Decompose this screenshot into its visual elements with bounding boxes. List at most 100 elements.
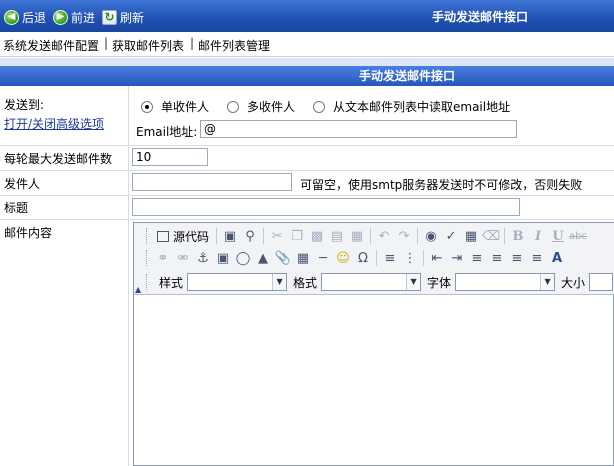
format-label: 格式	[293, 275, 318, 290]
spacer	[0, 58, 614, 66]
toolbar-separator	[376, 250, 377, 266]
email-label: Email地址:	[136, 125, 198, 139]
select-all-icon[interactable]: ▦	[461, 226, 481, 246]
smiley-icon[interactable]: ☺	[333, 248, 353, 268]
paste-word-icon[interactable]: ▦	[347, 226, 367, 246]
size-select[interactable]	[589, 273, 614, 291]
preview-icon[interactable]: ⚲	[240, 226, 260, 246]
radio-dot	[313, 100, 325, 113]
paste-icon[interactable]: ▩	[307, 226, 327, 246]
sender-hint: 可留空，使用smtp服务器发送时不可修改，否则失败	[300, 178, 583, 192]
editor-content-area[interactable]	[134, 295, 613, 465]
font-label: 字体	[427, 275, 452, 290]
anchor-icon[interactable]: ⚓	[193, 248, 213, 268]
indent-icon[interactable]: ⇥	[447, 248, 467, 268]
row-divider	[0, 219, 614, 220]
toolbar-separator	[216, 228, 218, 244]
style-label: 样式	[159, 275, 184, 290]
outdent-icon[interactable]: ⇤	[427, 248, 447, 268]
forward-button[interactable]: ▶ 前进	[53, 8, 95, 26]
toolbar-separator	[423, 250, 424, 266]
forward-label: 前进	[71, 10, 96, 25]
menu-item-fetch-list[interactable]: 获取邮件列表	[112, 37, 184, 54]
sender-input[interactable]	[132, 173, 292, 191]
toolbar-grip	[146, 274, 149, 290]
section-title: 手动发送邮件接口	[358, 69, 455, 83]
source-code-button[interactable]: 源代码	[153, 226, 213, 246]
refresh-icon: ↻	[102, 9, 117, 25]
chevron-down-icon: ▼	[272, 274, 287, 290]
italic-icon[interactable]: I	[528, 226, 548, 246]
flash-icon[interactable]: ◯	[233, 248, 253, 268]
remove-format-icon[interactable]: ⌫	[481, 226, 501, 246]
section-header: 手动发送邮件接口	[0, 66, 614, 86]
unordered-list-icon[interactable]: ⋮	[400, 248, 420, 268]
top-bar: ◀ 后退 ▶ 前进 ↻ 刷新 手动发送邮件接口	[0, 0, 614, 32]
radio-label: 从文本邮件列表中读取email地址	[333, 100, 511, 114]
table-icon[interactable]: ▦	[293, 248, 313, 268]
subject-input[interactable]	[132, 198, 520, 216]
source-code-label: 源代码	[173, 229, 210, 244]
paste-text-icon[interactable]: ▤	[327, 226, 347, 246]
back-label: 后退	[22, 10, 47, 25]
image-icon[interactable]: ▣	[213, 248, 233, 268]
email-input[interactable]	[200, 120, 517, 138]
align-right-icon[interactable]: ≡	[507, 248, 527, 268]
menu-separator: |	[104, 36, 109, 50]
toolbar-row: 源代码 ▣ ⚲ ✂ ❐ ▩ ▤ ▦ ↶ ↷ ◉ ✓ ▦ ⌫ B I U abc	[146, 225, 588, 247]
align-left-icon[interactable]: ≡	[467, 248, 487, 268]
menu-item-smtp-config[interactable]: 系统发送邮件配置	[3, 37, 99, 54]
underline-icon[interactable]: U	[548, 226, 568, 246]
menu-bar: 系统发送邮件配置 | 获取邮件列表 | 邮件列表管理	[0, 32, 614, 57]
collapse-toolbar-icon[interactable]: ▲	[135, 285, 141, 294]
find-icon[interactable]: ◉	[421, 226, 441, 246]
spellcheck-icon[interactable]: ✓	[441, 226, 461, 246]
row-divider	[0, 145, 614, 146]
radio-label: 单收件人	[161, 100, 210, 114]
undo-icon[interactable]: ↶	[374, 226, 394, 246]
align-center-icon[interactable]: ≡	[487, 248, 507, 268]
special-char-icon[interactable]: Ω	[353, 248, 373, 268]
editor-toolbar: 源代码 ▣ ⚲ ✂ ❐ ▩ ▤ ▦ ↶ ↷ ◉ ✓ ▦ ⌫ B I U abc	[134, 223, 614, 295]
max-per-round-input[interactable]	[132, 148, 208, 166]
cut-icon[interactable]: ✂	[267, 226, 287, 246]
send-to-label: 发送到:	[4, 98, 45, 112]
format-select[interactable]: ▼	[321, 273, 422, 291]
attachment-icon[interactable]: 📎	[273, 248, 293, 268]
strikethrough-icon[interactable]: abc	[568, 226, 588, 246]
back-button[interactable]: ◀ 后退	[4, 8, 46, 26]
media-icon[interactable]: ▲	[253, 248, 273, 268]
chevron-down-icon: ▼	[540, 274, 555, 290]
radio-single-recipient[interactable]: 单收件人	[141, 98, 209, 115]
max-per-round-label: 每轮最大发送邮件数	[4, 152, 113, 166]
menu-item-list-manage[interactable]: 邮件列表管理	[198, 37, 270, 54]
justify-icon[interactable]: ≡	[527, 248, 547, 268]
source-code-icon	[157, 230, 169, 242]
toolbar-row: 样式 ▼ 格式 ▼ 字体 ▼ 大小	[146, 271, 614, 293]
text-color-icon[interactable]: A	[547, 248, 567, 268]
bold-icon[interactable]: B	[508, 226, 528, 246]
save-icon[interactable]: ▣	[220, 226, 240, 246]
toolbar-grip	[146, 250, 149, 266]
radio-multi-recipient[interactable]: 多收件人	[227, 98, 295, 115]
toolbar-separator	[263, 228, 265, 244]
radio-text-list[interactable]: 从文本邮件列表中读取email地址	[313, 98, 510, 115]
rich-text-editor: 源代码 ▣ ⚲ ✂ ❐ ▩ ▤ ▦ ↶ ↷ ◉ ✓ ▦ ⌫ B I U abc	[133, 222, 614, 466]
sender-label: 发件人	[4, 177, 41, 191]
redo-icon[interactable]: ↷	[394, 226, 414, 246]
chevron-down-icon: ▼	[406, 274, 421, 290]
horizontal-rule-icon[interactable]: ─	[313, 248, 333, 268]
column-divider	[128, 86, 129, 466]
toolbar-separator	[504, 228, 506, 244]
copy-icon[interactable]: ❐	[287, 226, 307, 246]
link-icon[interactable]: ⚭	[153, 248, 173, 268]
unlink-icon[interactable]: ⚮	[173, 248, 193, 268]
subject-label: 标题	[4, 201, 29, 215]
style-select[interactable]: ▼	[187, 273, 288, 291]
toggle-advanced-link[interactable]: 打开/关闭高级选项	[4, 115, 104, 132]
page-title: 手动发送邮件接口	[432, 10, 529, 24]
font-select[interactable]: ▼	[455, 273, 556, 291]
ordered-list-icon[interactable]: ≡	[380, 248, 400, 268]
refresh-button[interactable]: ↻ 刷新	[102, 8, 144, 26]
forward-arrow-icon: ▶	[53, 9, 68, 25]
